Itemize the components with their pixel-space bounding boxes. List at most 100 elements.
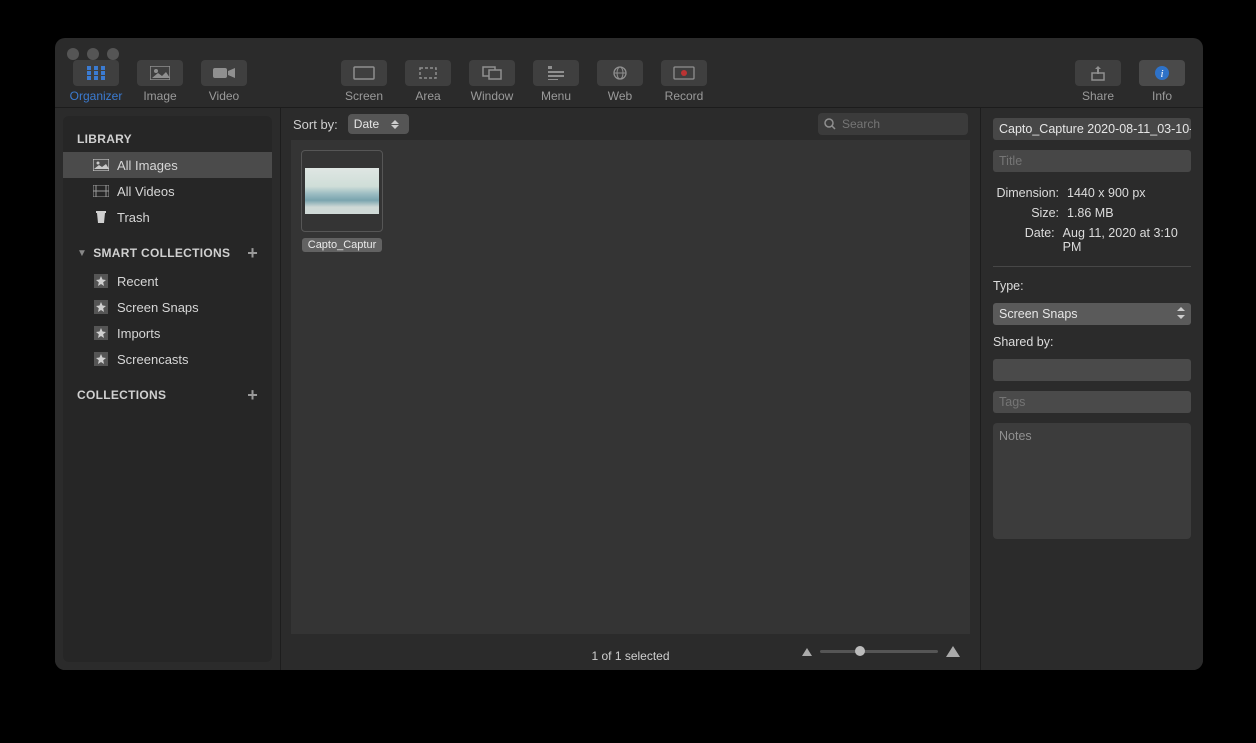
content-area: Sort by: Date Capto_Captur 1 of 1 select… — [280, 108, 981, 670]
library-label: LIBRARY — [77, 132, 132, 146]
title-input[interactable] — [999, 154, 1185, 168]
shared-by-label: Shared by: — [993, 335, 1191, 349]
sidebar-item-all-images[interactable]: All Images — [63, 152, 272, 178]
image-label: Image — [143, 89, 176, 103]
notes-field[interactable]: Notes — [993, 423, 1191, 539]
sidebar-item-screen-snaps[interactable]: Screen Snaps — [63, 294, 272, 320]
type-dropdown[interactable]: Screen Snaps — [993, 303, 1191, 325]
share-button[interactable]: Share — [1069, 60, 1127, 103]
sidebar-item-label: All Images — [117, 158, 178, 173]
sidebar-item-label: Screencasts — [117, 352, 189, 367]
svg-text:i: i — [1160, 68, 1163, 80]
menu-label: Menu — [541, 89, 571, 103]
thumbnail-item[interactable]: Capto_Captur — [301, 150, 383, 252]
organizer-icon — [73, 60, 119, 86]
area-icon — [405, 60, 451, 86]
dimension-value: 1440 x 900 px — [1067, 186, 1146, 200]
star-icon — [93, 352, 109, 366]
inspector-panel: Capto_Capture 2020-08-11_03-10-10 Dimens… — [981, 108, 1203, 670]
date-value: Aug 11, 2020 at 3:10 PM — [1063, 226, 1191, 254]
images-icon — [93, 158, 109, 172]
info-label: Info — [1152, 89, 1172, 103]
thumbnail-caption: Capto_Captur — [302, 238, 383, 252]
close-window-icon[interactable] — [67, 48, 79, 60]
video-icon — [201, 60, 247, 86]
zoom-track[interactable] — [820, 650, 938, 653]
web-icon — [597, 60, 643, 86]
share-icon — [1075, 60, 1121, 86]
share-label: Share — [1082, 89, 1114, 103]
date-row: Date: Aug 11, 2020 at 3:10 PM — [993, 226, 1191, 254]
trash-icon — [93, 210, 109, 224]
organizer-button[interactable]: Organizer — [67, 60, 125, 103]
sidebar-item-label: Imports — [117, 326, 160, 341]
menu-icon — [533, 60, 579, 86]
sidebar-item-trash[interactable]: Trash — [63, 204, 272, 230]
zoom-knob[interactable] — [855, 646, 865, 656]
notes-placeholder: Notes — [999, 429, 1032, 443]
web-label: Web — [608, 89, 632, 103]
video-button[interactable]: Video — [195, 60, 253, 103]
add-collection-button[interactable]: + — [247, 386, 258, 404]
smart-collections-label: SMART COLLECTIONS — [93, 246, 230, 260]
thumbnail-grid[interactable]: Capto_Captur — [291, 140, 970, 634]
title-field[interactable] — [993, 150, 1191, 172]
area-label: Area — [415, 89, 440, 103]
screen-button[interactable]: Screen — [335, 60, 393, 103]
dimension-row: Dimension: 1440 x 900 px — [993, 186, 1191, 200]
type-value: Screen Snaps — [999, 307, 1078, 321]
zoom-window-icon[interactable] — [107, 48, 119, 60]
sidebar-item-label: Recent — [117, 274, 158, 289]
disclosure-icon: ▼ — [77, 248, 87, 259]
add-smart-collection-button[interactable]: + — [247, 244, 258, 262]
thumbnail-image — [301, 150, 383, 232]
date-label: Date: — [993, 226, 1055, 254]
window-controls — [67, 48, 119, 60]
organizer-label: Organizer — [70, 89, 123, 103]
size-label: Size: — [993, 206, 1059, 220]
zoom-large-icon — [946, 646, 960, 657]
window-button[interactable]: Window — [463, 60, 521, 103]
status-bar: 1 of 1 selected — [281, 642, 980, 670]
app-window: Organizer Image Video Screen — [55, 38, 1203, 670]
area-button[interactable]: Area — [399, 60, 457, 103]
sidebar-item-recent[interactable]: Recent — [63, 268, 272, 294]
record-icon — [661, 60, 707, 86]
sort-dropdown[interactable]: Date — [348, 114, 409, 134]
dropdown-caret-icon — [387, 120, 403, 129]
video-label: Video — [209, 89, 239, 103]
selection-status: 1 of 1 selected — [591, 649, 669, 663]
image-button[interactable]: Image — [131, 60, 189, 103]
star-icon — [93, 326, 109, 340]
search-input[interactable] — [842, 117, 962, 131]
zoom-slider[interactable] — [802, 646, 960, 657]
info-button[interactable]: i Info — [1133, 60, 1191, 103]
size-value: 1.86 MB — [1067, 206, 1114, 220]
collections-header[interactable]: COLLECTIONS + — [63, 380, 272, 410]
smart-collections-header[interactable]: ▼ SMART COLLECTIONS + — [63, 238, 272, 268]
type-label: Type: — [993, 279, 1191, 293]
menu-button[interactable]: Menu — [527, 60, 585, 103]
videos-icon — [93, 184, 109, 198]
minimize-window-icon[interactable] — [87, 48, 99, 60]
image-icon — [137, 60, 183, 86]
sidebar: LIBRARY All Images All Videos Trash ▼ SM… — [55, 108, 280, 670]
tags-input[interactable] — [999, 395, 1185, 409]
dimension-label: Dimension: — [993, 186, 1059, 200]
sort-by-label: Sort by: — [293, 117, 338, 132]
tags-field[interactable] — [993, 391, 1191, 413]
window-icon — [469, 60, 515, 86]
sidebar-item-screencasts[interactable]: Screencasts — [63, 346, 272, 372]
filename-field[interactable]: Capto_Capture 2020-08-11_03-10-10 — [993, 118, 1191, 140]
web-button[interactable]: Web — [591, 60, 649, 103]
window-label: Window — [471, 89, 514, 103]
record-button[interactable]: Record — [655, 60, 713, 103]
search-icon — [824, 118, 836, 130]
sidebar-item-all-videos[interactable]: All Videos — [63, 178, 272, 204]
sidebar-item-imports[interactable]: Imports — [63, 320, 272, 346]
search-box[interactable] — [818, 113, 968, 135]
toolbar: Organizer Image Video Screen — [55, 38, 1203, 108]
record-label: Record — [665, 89, 704, 103]
star-icon — [93, 300, 109, 314]
sort-value: Date — [354, 117, 379, 131]
